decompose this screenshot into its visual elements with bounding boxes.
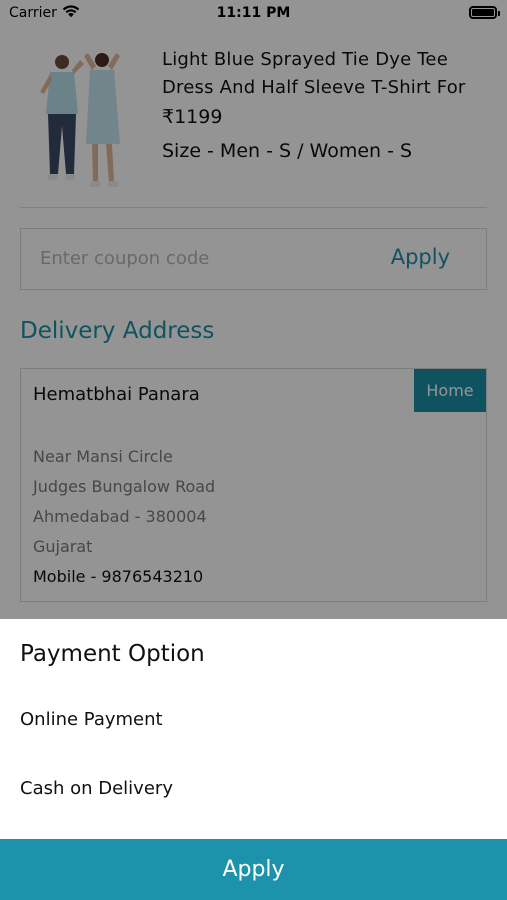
- payment-option-cod[interactable]: Cash on Delivery: [20, 778, 173, 799]
- payment-option-online[interactable]: Online Payment: [20, 709, 163, 730]
- apply-button[interactable]: Apply: [0, 839, 507, 900]
- modal-backdrop[interactable]: [0, 0, 507, 619]
- payment-option-title: Payment Option: [20, 641, 205, 667]
- payment-option-sheet: Payment Option Online Payment Cash on De…: [0, 619, 507, 839]
